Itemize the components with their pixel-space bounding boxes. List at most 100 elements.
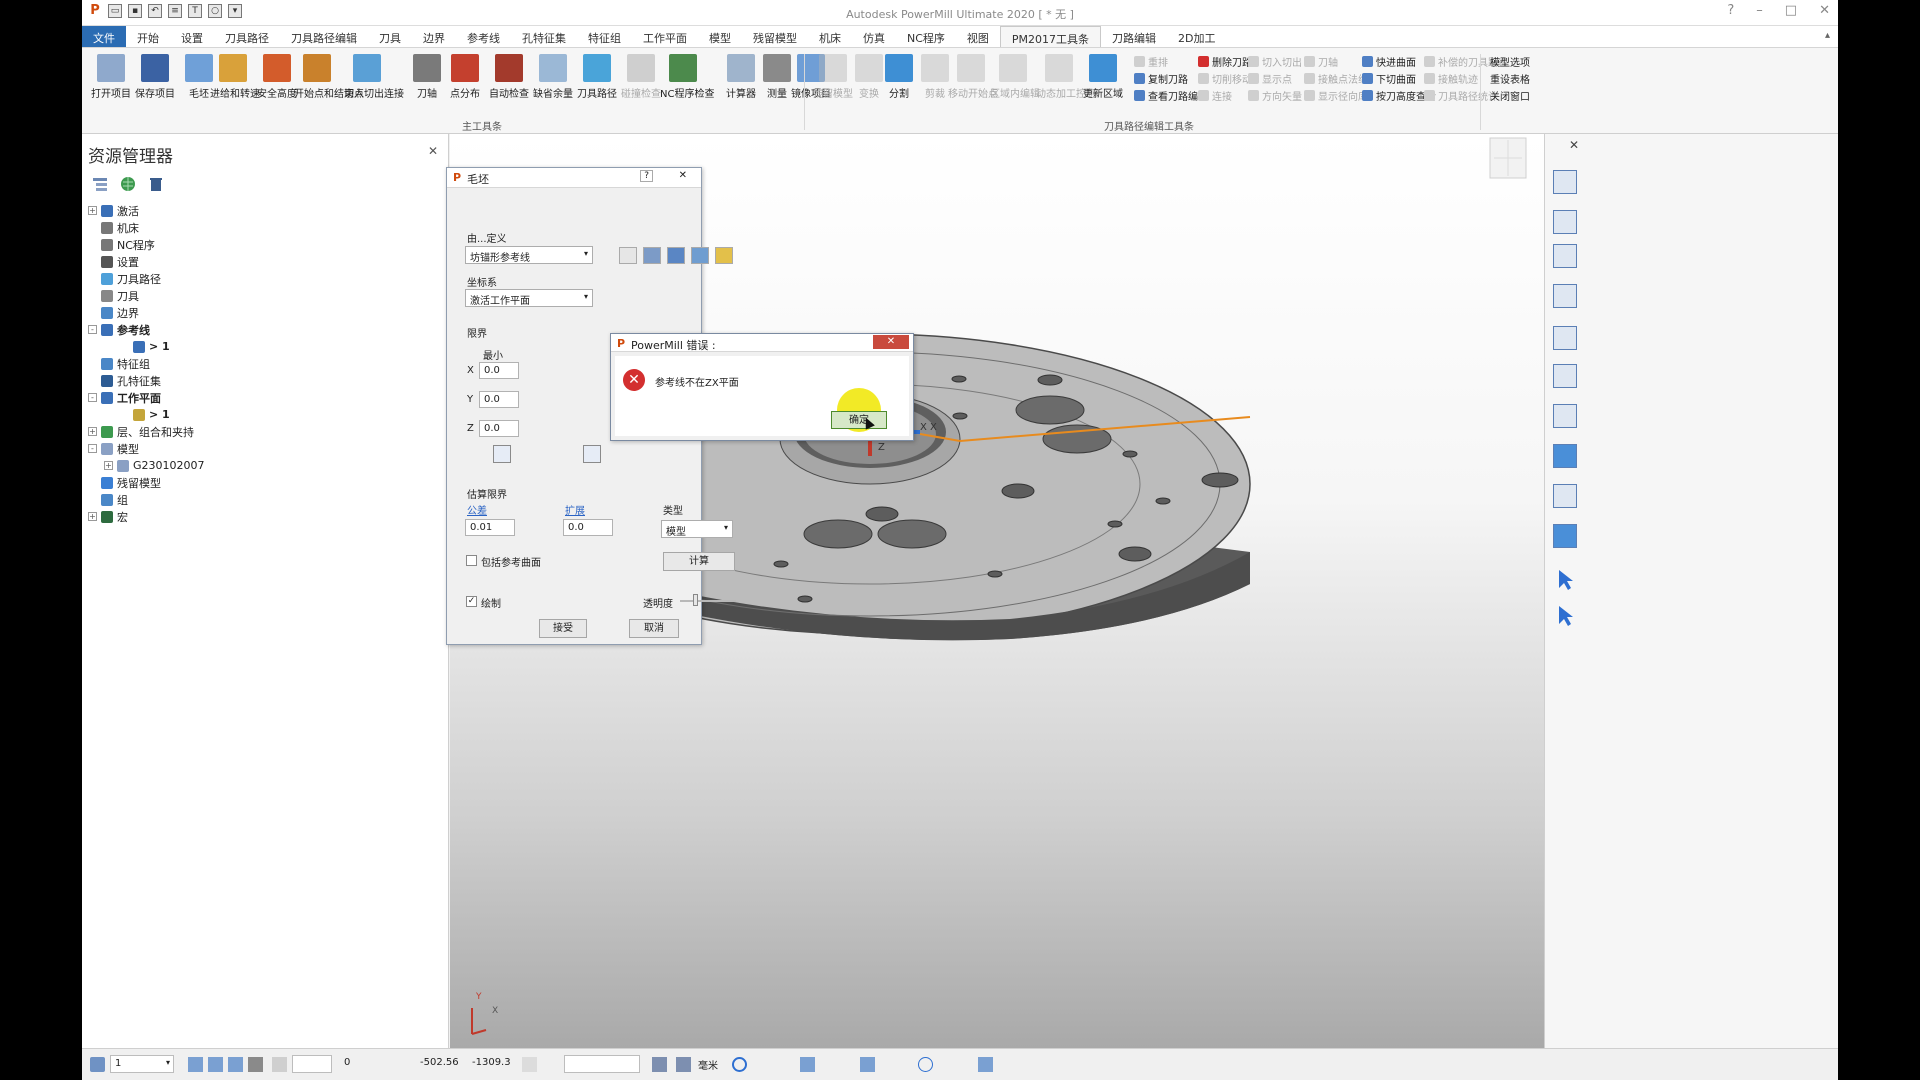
units-table-icon[interactable] xyxy=(652,1057,667,1072)
zoom-select-icon[interactable] xyxy=(1553,404,1577,428)
tree-expander-0[interactable]: + xyxy=(88,206,97,215)
tree-expander-7[interactable]: - xyxy=(88,325,97,334)
iso-view-icon[interactable] xyxy=(1553,170,1577,194)
tab-12[interactable]: 残留模型 xyxy=(742,26,808,47)
y-min-input[interactable]: 0.0 xyxy=(479,391,519,408)
ok-button[interactable]: 确定 xyxy=(831,411,887,429)
key-block-icon[interactable] xyxy=(715,247,733,264)
tree-node-13[interactable]: + 层、组合和夹持 xyxy=(88,423,205,440)
ribbon-btn-13[interactable]: NC程序检查 xyxy=(660,54,714,100)
ribbon-btn-10[interactable]: 缺省余量 xyxy=(530,54,576,100)
max-pick-icon[interactable] xyxy=(583,445,601,463)
ribbon-btn-8[interactable]: 点分布 xyxy=(442,54,488,100)
tab-18[interactable]: 刀路编辑 xyxy=(1101,26,1167,47)
save-block-icon[interactable] xyxy=(643,247,661,264)
tree-node-8[interactable]: > 1 xyxy=(88,338,205,355)
undo-select-icon[interactable] xyxy=(1553,604,1577,628)
tool-align-icon[interactable] xyxy=(800,1057,815,1072)
tab-3[interactable]: 刀具路径 xyxy=(214,26,280,47)
explorer-close-icon[interactable]: ✕ xyxy=(428,144,438,158)
accept-button[interactable]: 接受 xyxy=(539,619,587,638)
right-menu-0[interactable]: 模型选项 xyxy=(1490,54,1530,69)
ribbon-btn-3[interactable]: 进给和转速 xyxy=(210,54,260,100)
page-refresh-icon[interactable] xyxy=(1553,326,1577,350)
pick-icon[interactable] xyxy=(208,1057,223,1072)
small-btn-5-1[interactable]: 接触轨迹 xyxy=(1424,71,1478,86)
small-btn-3-0[interactable]: 刀轴 xyxy=(1304,54,1338,69)
ribbon-btn-11[interactable]: 刀具路径 xyxy=(574,54,620,100)
help-icon[interactable]: ? xyxy=(1727,3,1734,18)
tree-expander-11[interactable]: - xyxy=(88,393,97,402)
wireframe-view-icon[interactable] xyxy=(1553,484,1577,508)
tab-19[interactable]: 2D加工 xyxy=(1167,26,1226,47)
tab-5[interactable]: 刀具 xyxy=(368,26,412,47)
tab-13[interactable]: 机床 xyxy=(808,26,852,47)
tree-node-18[interactable]: + 宏 xyxy=(88,508,205,525)
small-btn-1-0[interactable]: 删除刀路 xyxy=(1198,54,1252,69)
tab-16[interactable]: 视图 xyxy=(956,26,1000,47)
small-btn-2-1[interactable]: 显示点 xyxy=(1248,71,1292,86)
dialog-help-button[interactable]: ? xyxy=(640,170,653,182)
grid-icon[interactable] xyxy=(272,1057,287,1072)
ribbon-btn-0[interactable]: 打开项目 xyxy=(88,54,134,100)
zoom-box-icon[interactable] xyxy=(1553,364,1577,388)
tree-node-17[interactable]: 组 xyxy=(88,491,205,508)
tree-expander-14[interactable]: - xyxy=(88,444,97,453)
right-menu-1[interactable]: 重设表格 xyxy=(1490,71,1530,86)
edit-btn-6[interactable]: 动态加工控制 xyxy=(1036,54,1096,100)
tolerance-input[interactable]: 0.01 xyxy=(465,519,515,536)
small-btn-4-0[interactable]: 快进曲面 xyxy=(1362,54,1416,69)
minimize-button[interactable]: – xyxy=(1756,3,1763,18)
tree-node-1[interactable]: 机床 xyxy=(88,219,205,236)
zoom-refresh-icon[interactable] xyxy=(1553,284,1577,308)
tree-node-0[interactable]: + 激活 xyxy=(88,202,205,219)
edit-btn-5[interactable]: 区域内编辑 xyxy=(990,54,1040,100)
tree-node-2[interactable]: NC程序 xyxy=(88,236,205,253)
shaded-view-icon[interactable] xyxy=(1553,444,1577,468)
small-btn-3-2[interactable]: 显示径向库 xyxy=(1304,88,1368,103)
tab-15[interactable]: NC程序 xyxy=(896,26,956,47)
opacity-slider-thumb[interactable] xyxy=(693,594,698,606)
delete-icon[interactable] xyxy=(148,176,164,192)
front-view-icon[interactable] xyxy=(1553,210,1577,234)
view-cube-icon[interactable] xyxy=(1489,137,1527,179)
reset-block-icon[interactable] xyxy=(667,247,685,264)
lock-block-icon[interactable] xyxy=(691,247,709,264)
tree-node-11[interactable]: - 工作平面 xyxy=(88,389,205,406)
snap-icon[interactable] xyxy=(228,1057,243,1072)
tree-expander-13[interactable]: + xyxy=(88,427,97,436)
include-ref-surfaces-checkbox[interactable] xyxy=(466,555,477,566)
tree-expander-15[interactable]: + xyxy=(104,461,113,470)
min-pick-icon[interactable] xyxy=(493,445,511,463)
solid-view-icon[interactable] xyxy=(1553,524,1577,548)
tab-1[interactable]: 开始 xyxy=(126,26,170,47)
edit-btn-7[interactable]: 更新区域 xyxy=(1080,54,1126,100)
tab-10[interactable]: 工作平面 xyxy=(632,26,698,47)
tree-view-icon[interactable] xyxy=(92,176,108,192)
workplane-select[interactable]: 1 ▾ xyxy=(110,1055,174,1073)
units-grid-icon[interactable] xyxy=(676,1057,691,1072)
expand-input[interactable]: 0.0 xyxy=(563,519,613,536)
tree-node-7[interactable]: - 参考线 xyxy=(88,321,205,338)
lock-icon[interactable] xyxy=(248,1057,263,1072)
tree-node-4[interactable]: 刀具路径 xyxy=(88,270,205,287)
edit-btn-4[interactable]: 移动开始点 xyxy=(948,54,998,100)
right-menu-2[interactable]: 关闭窗口 xyxy=(1490,88,1530,103)
tab-4[interactable]: 刀具路径编辑 xyxy=(280,26,368,47)
diameter-icon[interactable] xyxy=(918,1057,933,1072)
view-toolbar-close-icon[interactable]: ✕ xyxy=(1569,138,1579,152)
tree-node-9[interactable]: 特征组 xyxy=(88,355,205,372)
small-btn-1-1[interactable]: 切削移动 xyxy=(1198,71,1252,86)
tab-6[interactable]: 边界 xyxy=(412,26,456,47)
status-value-input[interactable] xyxy=(564,1055,640,1073)
opacity-slider[interactable] xyxy=(680,600,736,602)
tolerance-link[interactable]: 公差 xyxy=(467,502,487,517)
ribbon-collapse-icon[interactable]: ▴ xyxy=(1825,30,1830,41)
defined-by-select[interactable]: 坊锚形参考线 ▾ xyxy=(465,246,593,264)
workplane-icon[interactable] xyxy=(90,1057,105,1072)
globe-icon[interactable] xyxy=(120,176,136,192)
tab-14[interactable]: 仿真 xyxy=(852,26,896,47)
small-btn-4-1[interactable]: 下切曲面 xyxy=(1362,71,1416,86)
tab-9[interactable]: 特征组 xyxy=(577,26,632,47)
tab-17[interactable]: PM2017工具条 xyxy=(999,26,1102,47)
